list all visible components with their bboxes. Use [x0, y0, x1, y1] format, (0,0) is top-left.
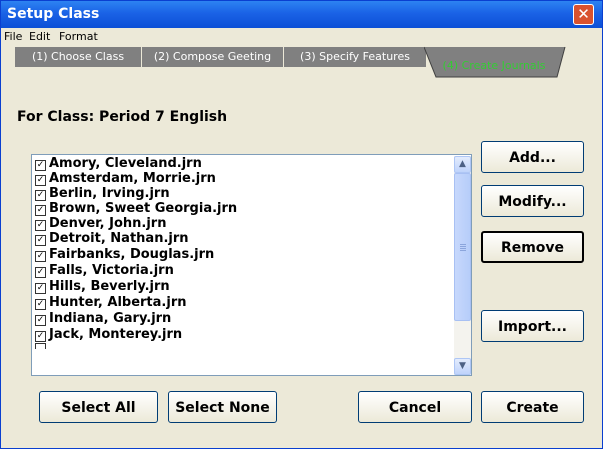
import-button[interactable]: Import... [481, 310, 584, 342]
close-button[interactable]: ✕ [573, 4, 594, 25]
list-item[interactable]: ✓ Fairbanks, Douglas.jrn [35, 247, 214, 262]
window-title: Setup Class [7, 6, 100, 22]
list-item[interactable]: ✓ Hunter, Alberta.jrn [35, 295, 186, 310]
chevron-up-icon: ▲ [459, 159, 466, 169]
menu-format[interactable]: Format [59, 30, 98, 43]
content-area: For Class: Period 7 English ✓ Amory, Clev… [4, 85, 599, 445]
remove-button[interactable]: Remove [481, 231, 584, 263]
checkbox[interactable]: ✓ [35, 251, 46, 262]
scroll-up-button[interactable]: ▲ [454, 156, 471, 173]
list-item[interactable]: ✓ Jack, Monterey.jrn [35, 327, 182, 342]
list-item[interactable]: ✓ Falls, Victoria.jrn [35, 263, 174, 278]
tab-specify-features[interactable]: (3) Specify Features [284, 47, 427, 67]
close-icon: ✕ [577, 5, 590, 23]
wizard-tabs: (1) Choose Class (2) Compose Geeting (3)… [1, 46, 602, 78]
checkbox[interactable]: ✓ [35, 175, 46, 186]
list-scrollbar[interactable]: ▲ ▼ [454, 156, 471, 375]
checkbox[interactable]: ✓ [35, 235, 46, 246]
chevron-down-icon: ▼ [459, 361, 466, 371]
checkbox[interactable]: ✓ [35, 299, 46, 310]
list-item[interactable]: ✓ Denver, John.jrn [35, 216, 166, 231]
add-button[interactable]: Add... [481, 141, 584, 173]
list-item[interactable]: ✓ Detroit, Nathan.jrn [35, 231, 189, 246]
title-bar[interactable]: Setup Class ✕ [1, 1, 602, 28]
create-button[interactable]: Create [481, 391, 584, 423]
class-label: For Class: Period 7 English [17, 109, 228, 125]
checkbox[interactable]: ✓ [35, 160, 46, 171]
select-all-button[interactable]: Select All [39, 391, 158, 423]
menu-bar: File Edit Format [1, 28, 602, 46]
setup-class-window: Setup Class ✕ File Edit Format (1) Choos… [0, 0, 603, 449]
modify-button[interactable]: Modify... [481, 185, 584, 217]
tab-create-journals-label: (4) Create Journals [442, 59, 546, 72]
list-item[interactable]: ✓ Brown, Sweet Georgia.jrn [35, 201, 237, 216]
tab-create-journals[interactable]: (4) Create Journals [424, 46, 569, 78]
checkbox[interactable]: ✓ [35, 283, 46, 294]
checkbox[interactable]: ✓ [35, 220, 46, 231]
checkbox[interactable]: ✓ [35, 190, 46, 201]
checkbox[interactable]: ✓ [35, 205, 46, 216]
tab-choose-class[interactable]: (1) Choose Class [15, 47, 142, 67]
checkbox[interactable]: ✓ [35, 331, 46, 342]
list-item[interactable]: ✓ Berlin, Irving.jrn [35, 186, 170, 201]
journal-list[interactable]: ✓ Amory, Cleveland.jrn ✓ Amsterdam, Morrie… [31, 154, 472, 376]
list-item-partial[interactable] [35, 343, 49, 349]
list-item[interactable]: ✓ Amsterdam, Morrie.jrn [35, 171, 216, 186]
menu-file[interactable]: File [4, 30, 22, 43]
select-none-button[interactable]: Select None [168, 391, 277, 423]
checkbox[interactable] [35, 343, 46, 349]
menu-edit[interactable]: Edit [29, 30, 50, 43]
checkbox[interactable]: ✓ [35, 267, 46, 278]
checkbox[interactable]: ✓ [35, 315, 46, 326]
tab-compose-greeting[interactable]: (2) Compose Geeting [142, 47, 284, 67]
scroll-thumb[interactable] [454, 173, 471, 321]
list-item[interactable]: ✓ Amory, Cleveland.jrn [35, 156, 202, 171]
list-item[interactable]: ✓ Hills, Beverly.jrn [35, 279, 170, 294]
cancel-button[interactable]: Cancel [358, 391, 472, 423]
list-item[interactable]: ✓ Indiana, Gary.jrn [35, 311, 171, 326]
scroll-down-button[interactable]: ▼ [454, 358, 471, 375]
